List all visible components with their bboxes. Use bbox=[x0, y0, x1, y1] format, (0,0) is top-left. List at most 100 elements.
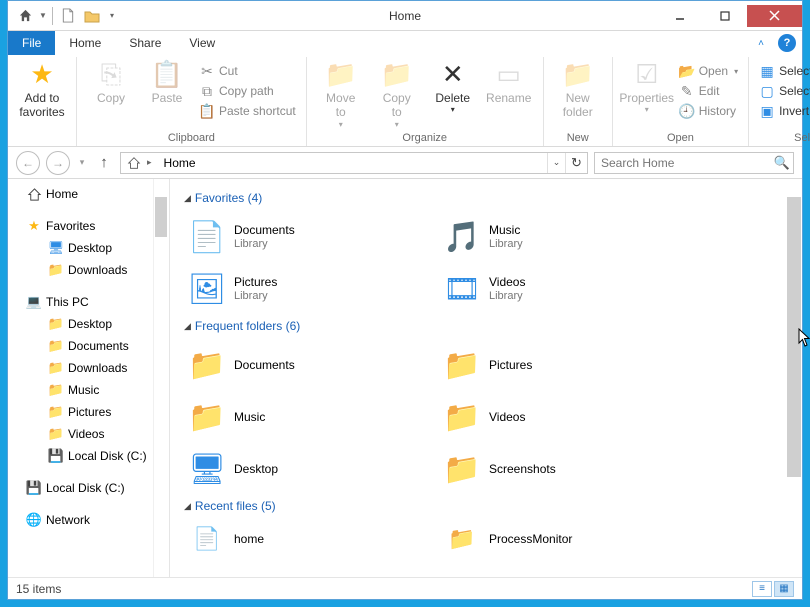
file-tab[interactable]: File bbox=[8, 31, 55, 55]
list-item[interactable]: 📁ProcessMonitor bbox=[439, 519, 694, 559]
list-item[interactable]: 📁Music bbox=[184, 391, 439, 443]
sidebar-scrollbar[interactable] bbox=[155, 197, 167, 237]
qat-folder-icon[interactable] bbox=[81, 5, 103, 27]
pc-icon: 💻 bbox=[26, 294, 42, 310]
maximize-button[interactable] bbox=[702, 5, 747, 27]
sidebar-desktop-pc[interactable]: 📁Desktop bbox=[8, 313, 169, 335]
folder-icon: 📁 bbox=[443, 521, 481, 557]
select-all-button[interactable]: ▦Select all bbox=[755, 61, 810, 81]
sidebar-home[interactable]: Home bbox=[8, 183, 169, 205]
sidebar-downloads[interactable]: 📁Downloads bbox=[8, 259, 169, 281]
documents-library-icon: 📄 bbox=[188, 219, 226, 255]
copy-path-button[interactable]: ⧉Copy path bbox=[195, 81, 300, 101]
sidebar-downloads-pc[interactable]: 📁Downloads bbox=[8, 357, 169, 379]
qat-file-icon[interactable] bbox=[57, 5, 79, 27]
forward-button[interactable]: → bbox=[46, 151, 70, 175]
list-item[interactable]: 📁Documents bbox=[184, 339, 439, 391]
view-details-button[interactable]: ≡ bbox=[752, 581, 772, 597]
paste-button[interactable]: 📋Paste bbox=[139, 57, 195, 105]
list-item[interactable]: 🎞VideosLibrary bbox=[439, 263, 694, 315]
select-group-label: Select bbox=[794, 132, 810, 144]
organize-group-label: Organize bbox=[402, 132, 447, 144]
back-button[interactable]: ← bbox=[16, 151, 40, 175]
sidebar-music[interactable]: 📁Music bbox=[8, 379, 169, 401]
chevron-down-icon[interactable]: ▼ bbox=[38, 5, 48, 27]
list-item[interactable]: 📁Videos bbox=[439, 391, 694, 443]
view-icons-button[interactable]: ▦ bbox=[774, 581, 794, 597]
chevron-down-icon: ◢ bbox=[184, 321, 191, 332]
invert-selection-icon: ▣ bbox=[759, 103, 775, 119]
search-icon[interactable]: 🔍 bbox=[771, 155, 793, 171]
home-tab[interactable]: Home bbox=[55, 31, 115, 55]
breadcrumb-home-icon[interactable]: ▸ bbox=[121, 153, 158, 173]
address-bar[interactable]: ▸ Home ⌄ ↻ bbox=[120, 152, 588, 174]
folder-icon: 📁 bbox=[48, 262, 64, 278]
add-to-favorites-button[interactable]: ★ Add to favorites bbox=[14, 57, 70, 120]
chevron-down-icon: ◢ bbox=[184, 193, 191, 204]
help-icon[interactable]: ? bbox=[778, 34, 796, 52]
list-item[interactable]: 🎵MusicLibrary bbox=[439, 211, 694, 263]
sidebar-favorites[interactable]: ★Favorites bbox=[8, 215, 169, 237]
move-to-button[interactable]: 📁Move to▾ bbox=[313, 57, 369, 129]
section-favorites-header[interactable]: ◢Favorites (4) bbox=[184, 187, 796, 211]
paste-shortcut-button[interactable]: 📋Paste shortcut bbox=[195, 101, 300, 121]
desktop-icon: 🖥 bbox=[188, 451, 226, 487]
copy-path-icon: ⧉ bbox=[199, 83, 215, 99]
folder-icon: 📁 bbox=[48, 338, 64, 354]
share-tab[interactable]: Share bbox=[115, 31, 175, 55]
minimize-button[interactable] bbox=[657, 5, 702, 27]
select-none-button[interactable]: ▢Select none bbox=[755, 81, 810, 101]
sidebar-pictures[interactable]: 📁Pictures bbox=[8, 401, 169, 423]
up-button[interactable]: ↑ bbox=[94, 153, 114, 173]
star-icon: ★ bbox=[26, 218, 42, 234]
sidebar-localdisk[interactable]: 💾Local Disk (C:) bbox=[8, 445, 169, 467]
list-item[interactable]: 📁Pictures bbox=[439, 339, 694, 391]
sidebar-network[interactable]: 🌐Network bbox=[8, 509, 169, 531]
paste-icon: 📋 bbox=[151, 59, 183, 91]
sidebar-localdisk-root[interactable]: 💾Local Disk (C:) bbox=[8, 477, 169, 499]
folder-icon: 📁 bbox=[443, 347, 481, 383]
collapse-ribbon-icon[interactable]: ˄ bbox=[752, 34, 770, 52]
breadcrumb-home[interactable]: Home bbox=[158, 153, 202, 173]
sidebar-videos[interactable]: 📁Videos bbox=[8, 423, 169, 445]
sidebar-thispc[interactable]: 💻This PC bbox=[8, 291, 169, 313]
cut-button[interactable]: ✂Cut bbox=[195, 61, 300, 81]
invert-selection-button[interactable]: ▣Invert selection bbox=[755, 101, 810, 121]
close-button[interactable] bbox=[747, 5, 802, 27]
edit-icon: ✎ bbox=[679, 83, 695, 99]
properties-button[interactable]: ☑Properties▾ bbox=[619, 57, 675, 115]
section-recent-header[interactable]: ◢Recent files (5) bbox=[184, 495, 796, 519]
sidebar-documents[interactable]: 📁Documents bbox=[8, 335, 169, 357]
main-view: ◢Favorites (4) 📄DocumentsLibrary 🎵MusicL… bbox=[170, 179, 802, 577]
section-frequent-header[interactable]: ◢Frequent folders (6) bbox=[184, 315, 796, 339]
open-button[interactable]: 📂Open▾ bbox=[675, 61, 742, 81]
qat-home-icon[interactable] bbox=[14, 5, 36, 27]
history-button[interactable]: 🕘History bbox=[675, 101, 742, 121]
search-box[interactable]: 🔍 bbox=[594, 152, 794, 174]
ribbon-tabs: File Home Share View ˄ ? bbox=[8, 31, 802, 55]
move-to-icon: 📁 bbox=[325, 59, 357, 91]
disk-icon: 💾 bbox=[48, 448, 64, 464]
clipboard-group-label: Clipboard bbox=[168, 132, 215, 144]
address-dropdown[interactable]: ⌄ bbox=[547, 153, 565, 173]
select-none-icon: ▢ bbox=[759, 83, 775, 99]
chevron-down-icon[interactable]: ▾ bbox=[105, 5, 119, 27]
list-item[interactable]: 📄home bbox=[184, 519, 439, 559]
list-item[interactable]: 🖼PicturesLibrary bbox=[184, 263, 439, 315]
copy-to-button[interactable]: 📁Copy to▾ bbox=[369, 57, 425, 129]
copy-button[interactable]: ⎘Copy bbox=[83, 57, 139, 105]
edit-button[interactable]: ✎Edit bbox=[675, 81, 742, 101]
list-item[interactable]: 🖥Desktop bbox=[184, 443, 439, 495]
list-item[interactable]: 📄DocumentsLibrary bbox=[184, 211, 439, 263]
new-folder-button[interactable]: 📁New folder bbox=[550, 57, 606, 120]
search-input[interactable] bbox=[595, 156, 771, 170]
sidebar-desktop[interactable]: 🖥Desktop bbox=[8, 237, 169, 259]
list-item[interactable]: 📁Screenshots bbox=[439, 443, 694, 495]
delete-button[interactable]: ✕Delete▾ bbox=[425, 57, 481, 115]
main-scrollbar[interactable] bbox=[787, 197, 801, 477]
view-tab[interactable]: View bbox=[175, 31, 229, 55]
history-dropdown[interactable]: ▾ bbox=[76, 157, 88, 168]
refresh-button[interactable]: ↻ bbox=[565, 153, 587, 173]
ribbon: ★ Add to favorites ⎘Copy 📋Paste ✂Cut ⧉Co… bbox=[8, 55, 802, 147]
rename-button[interactable]: ▭Rename bbox=[481, 57, 537, 105]
